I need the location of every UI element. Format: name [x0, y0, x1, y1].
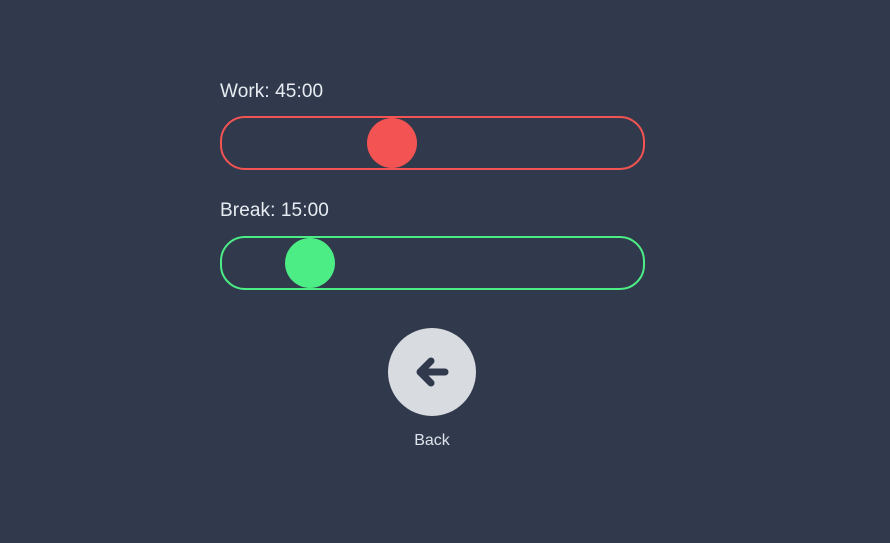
work-duration-slider[interactable]	[220, 116, 645, 170]
back-button[interactable]	[388, 328, 476, 416]
break-slider-thumb[interactable]	[285, 238, 335, 288]
break-duration-slider[interactable]	[220, 236, 645, 290]
arrow-left-icon	[416, 357, 449, 387]
work-duration-label: Work: 45:00	[220, 81, 324, 102]
back-label: Back	[414, 432, 450, 449]
break-duration-label: Break: 15:00	[220, 200, 329, 221]
settings-screen: Work: 45:00 Break: 15:00 Back	[0, 0, 890, 543]
work-slider-thumb[interactable]	[367, 118, 417, 168]
